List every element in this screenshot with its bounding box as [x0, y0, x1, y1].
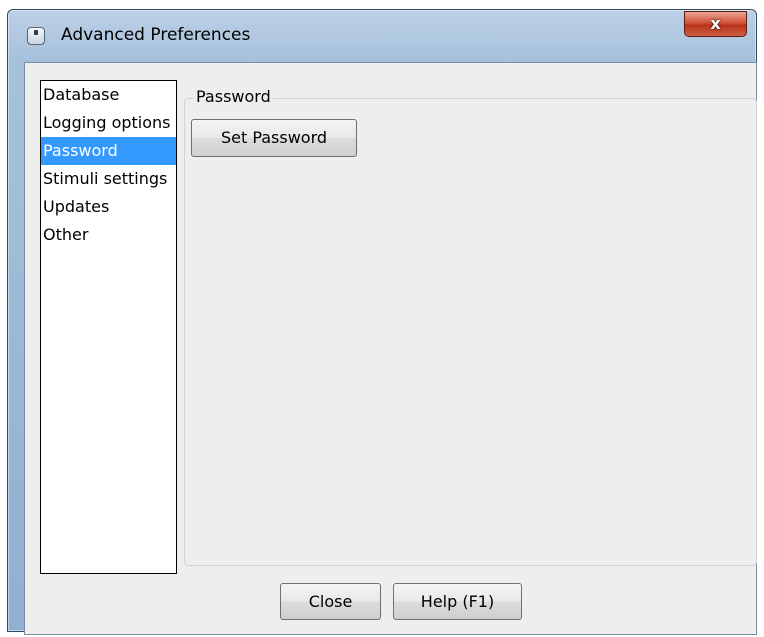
set-password-button[interactable]: Set Password: [191, 119, 357, 157]
category-item-logging-options[interactable]: Logging options: [41, 109, 176, 137]
dialog-window: Advanced Preferences x Database Logging …: [7, 9, 757, 635]
close-icon: x: [710, 14, 721, 33]
close-button[interactable]: Close: [280, 583, 381, 620]
password-group-title: Password: [194, 87, 273, 106]
dialog-content: Database Logging options Password Stimul…: [24, 62, 757, 635]
category-item-password[interactable]: Password: [41, 137, 176, 165]
category-item-database[interactable]: Database: [41, 81, 176, 109]
help-button[interactable]: Help (F1): [393, 583, 522, 620]
window-title: Advanced Preferences: [61, 25, 251, 45]
app-icon: [27, 27, 45, 45]
title-bar[interactable]: Advanced Preferences x: [8, 10, 756, 60]
window-close-button[interactable]: x: [684, 11, 747, 37]
category-item-other[interactable]: Other: [41, 221, 176, 249]
password-group-panel: [184, 98, 757, 566]
category-item-updates[interactable]: Updates: [41, 193, 176, 221]
category-list[interactable]: Database Logging options Password Stimul…: [40, 80, 177, 574]
category-item-stimuli-settings[interactable]: Stimuli settings: [41, 165, 176, 193]
